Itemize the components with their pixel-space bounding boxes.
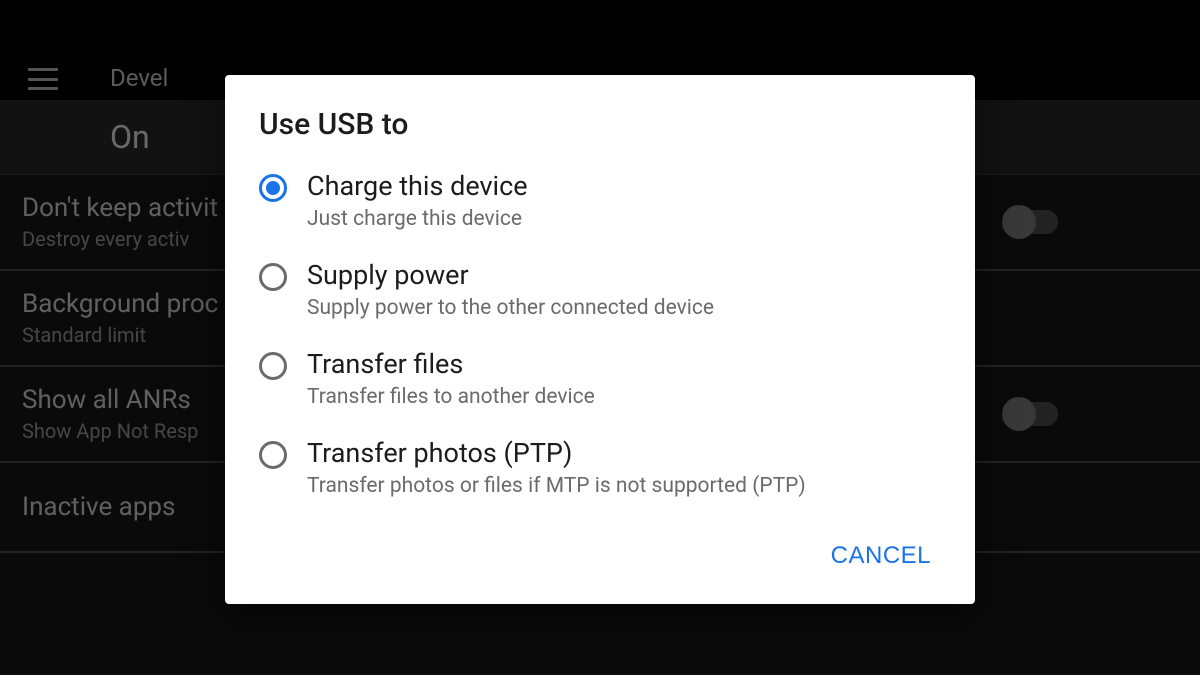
option-label: Charge this device	[307, 170, 528, 202]
option-description: Just charge this device	[307, 207, 528, 231]
option-label: Transfer photos (PTP)	[307, 437, 806, 469]
usb-dialog: Use USB to Charge this device Just charg…	[225, 75, 975, 604]
option-description: Transfer files to another device	[307, 385, 595, 409]
option-description: Transfer photos or files if MTP is not s…	[307, 474, 806, 498]
option-transfer-files[interactable]: Transfer files Transfer files to another…	[225, 338, 975, 427]
usb-options-list: Charge this device Just charge this devi…	[225, 160, 975, 516]
radio-icon	[259, 352, 287, 380]
dialog-title: Use USB to	[225, 103, 975, 160]
cancel-button[interactable]: CANCEL	[815, 532, 947, 580]
option-charge-device[interactable]: Charge this device Just charge this devi…	[225, 160, 975, 249]
option-label: Transfer files	[307, 348, 595, 380]
option-transfer-photos-ptp[interactable]: Transfer photos (PTP) Transfer photos or…	[225, 427, 975, 516]
option-description: Supply power to the other connected devi…	[307, 296, 714, 320]
radio-icon	[259, 263, 287, 291]
dialog-actions: CANCEL	[225, 516, 975, 594]
radio-icon	[259, 174, 287, 202]
radio-icon	[259, 441, 287, 469]
option-label: Supply power	[307, 259, 714, 291]
option-supply-power[interactable]: Supply power Supply power to the other c…	[225, 249, 975, 338]
